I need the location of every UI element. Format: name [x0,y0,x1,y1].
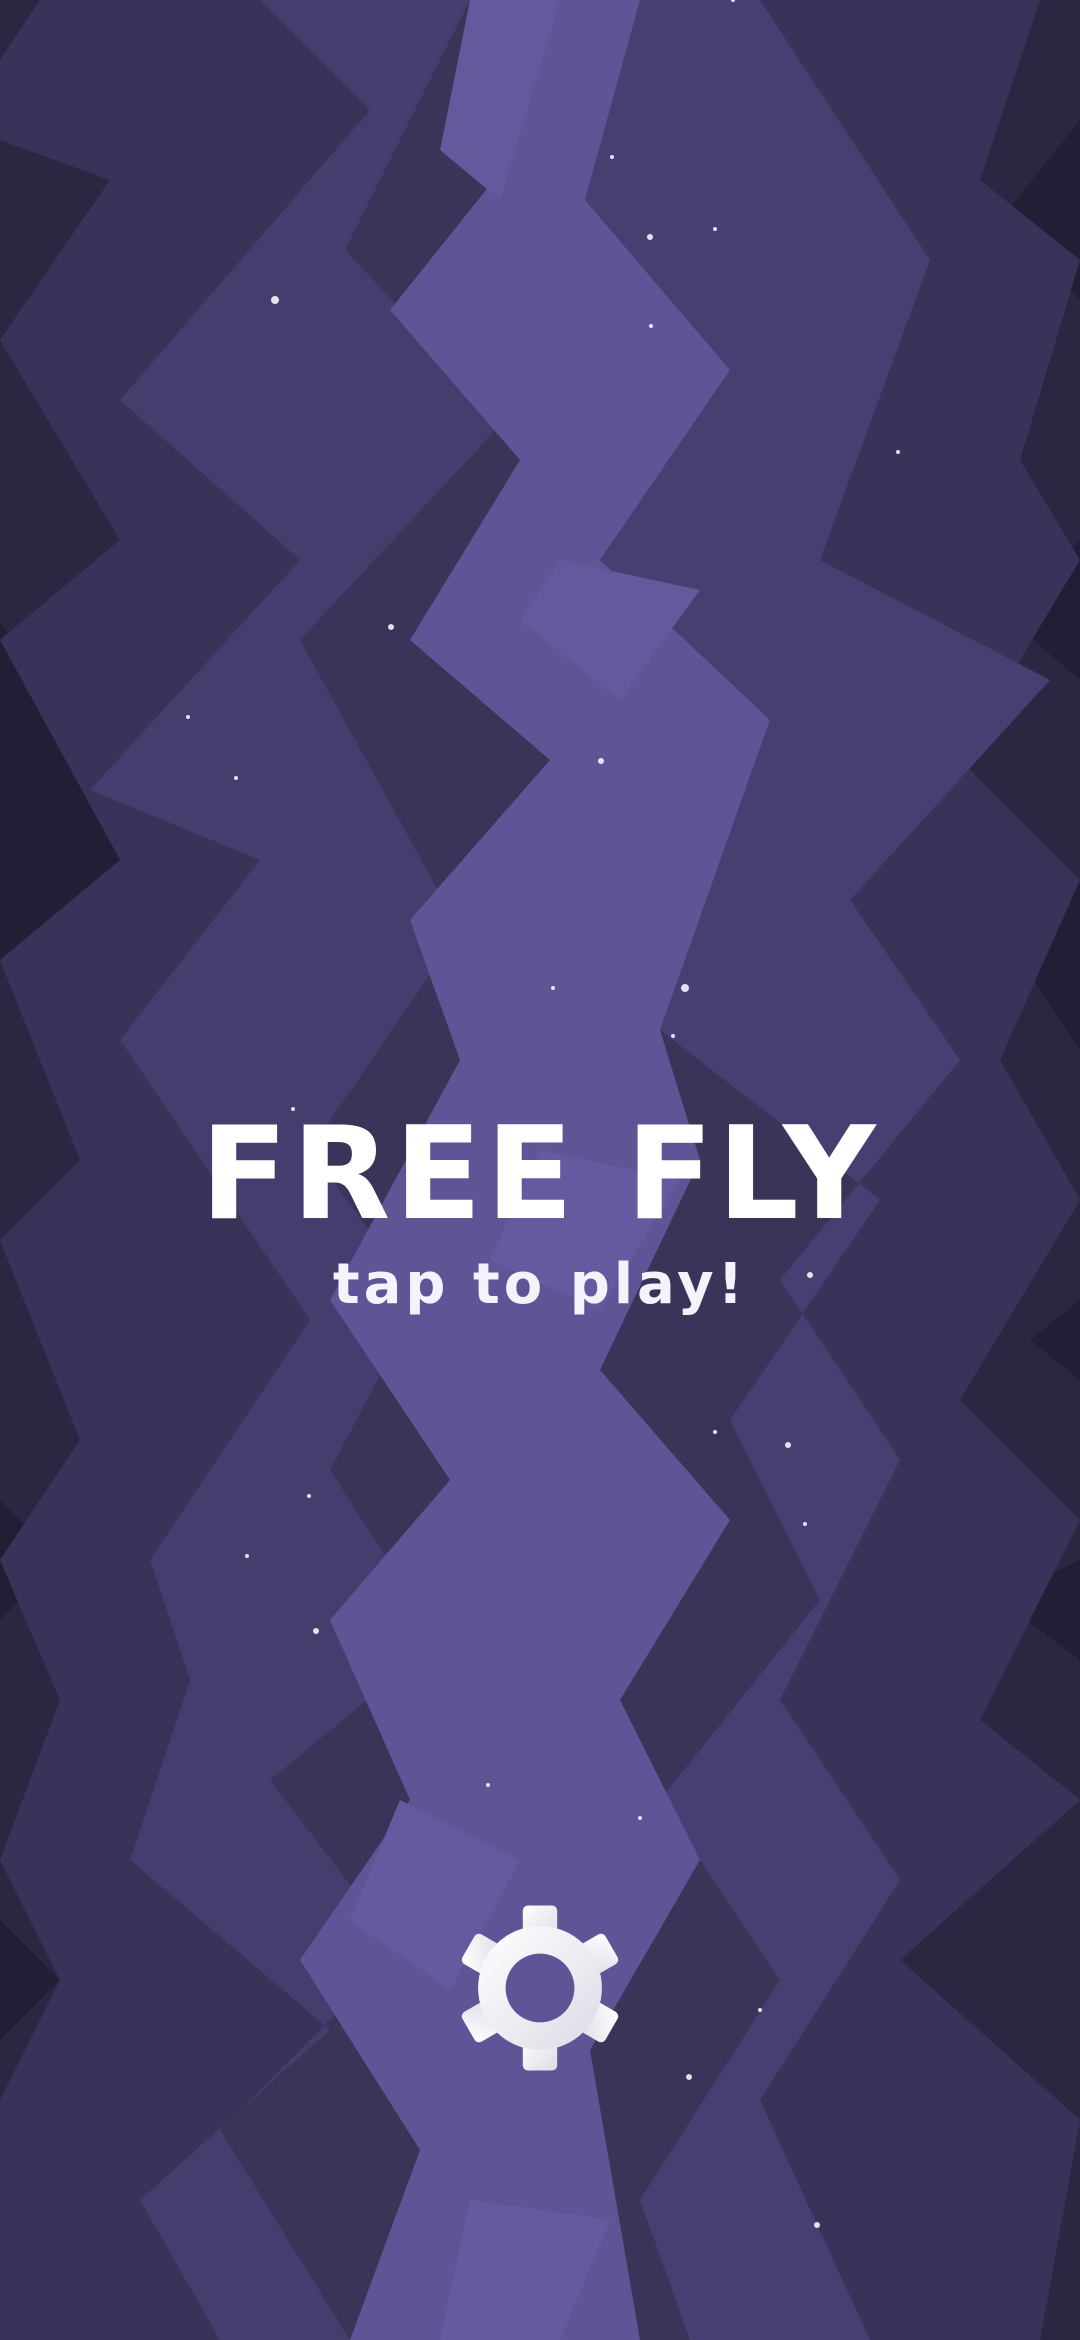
settings-button[interactable] [454,1902,626,2074]
game-screen[interactable]: FREE FLY tap to play! [0,0,1080,2340]
tap-to-play-prompt[interactable]: tap to play! [0,1250,1080,1320]
gear-icon [461,1905,619,2071]
game-title: FREE FLY [200,1100,880,1249]
